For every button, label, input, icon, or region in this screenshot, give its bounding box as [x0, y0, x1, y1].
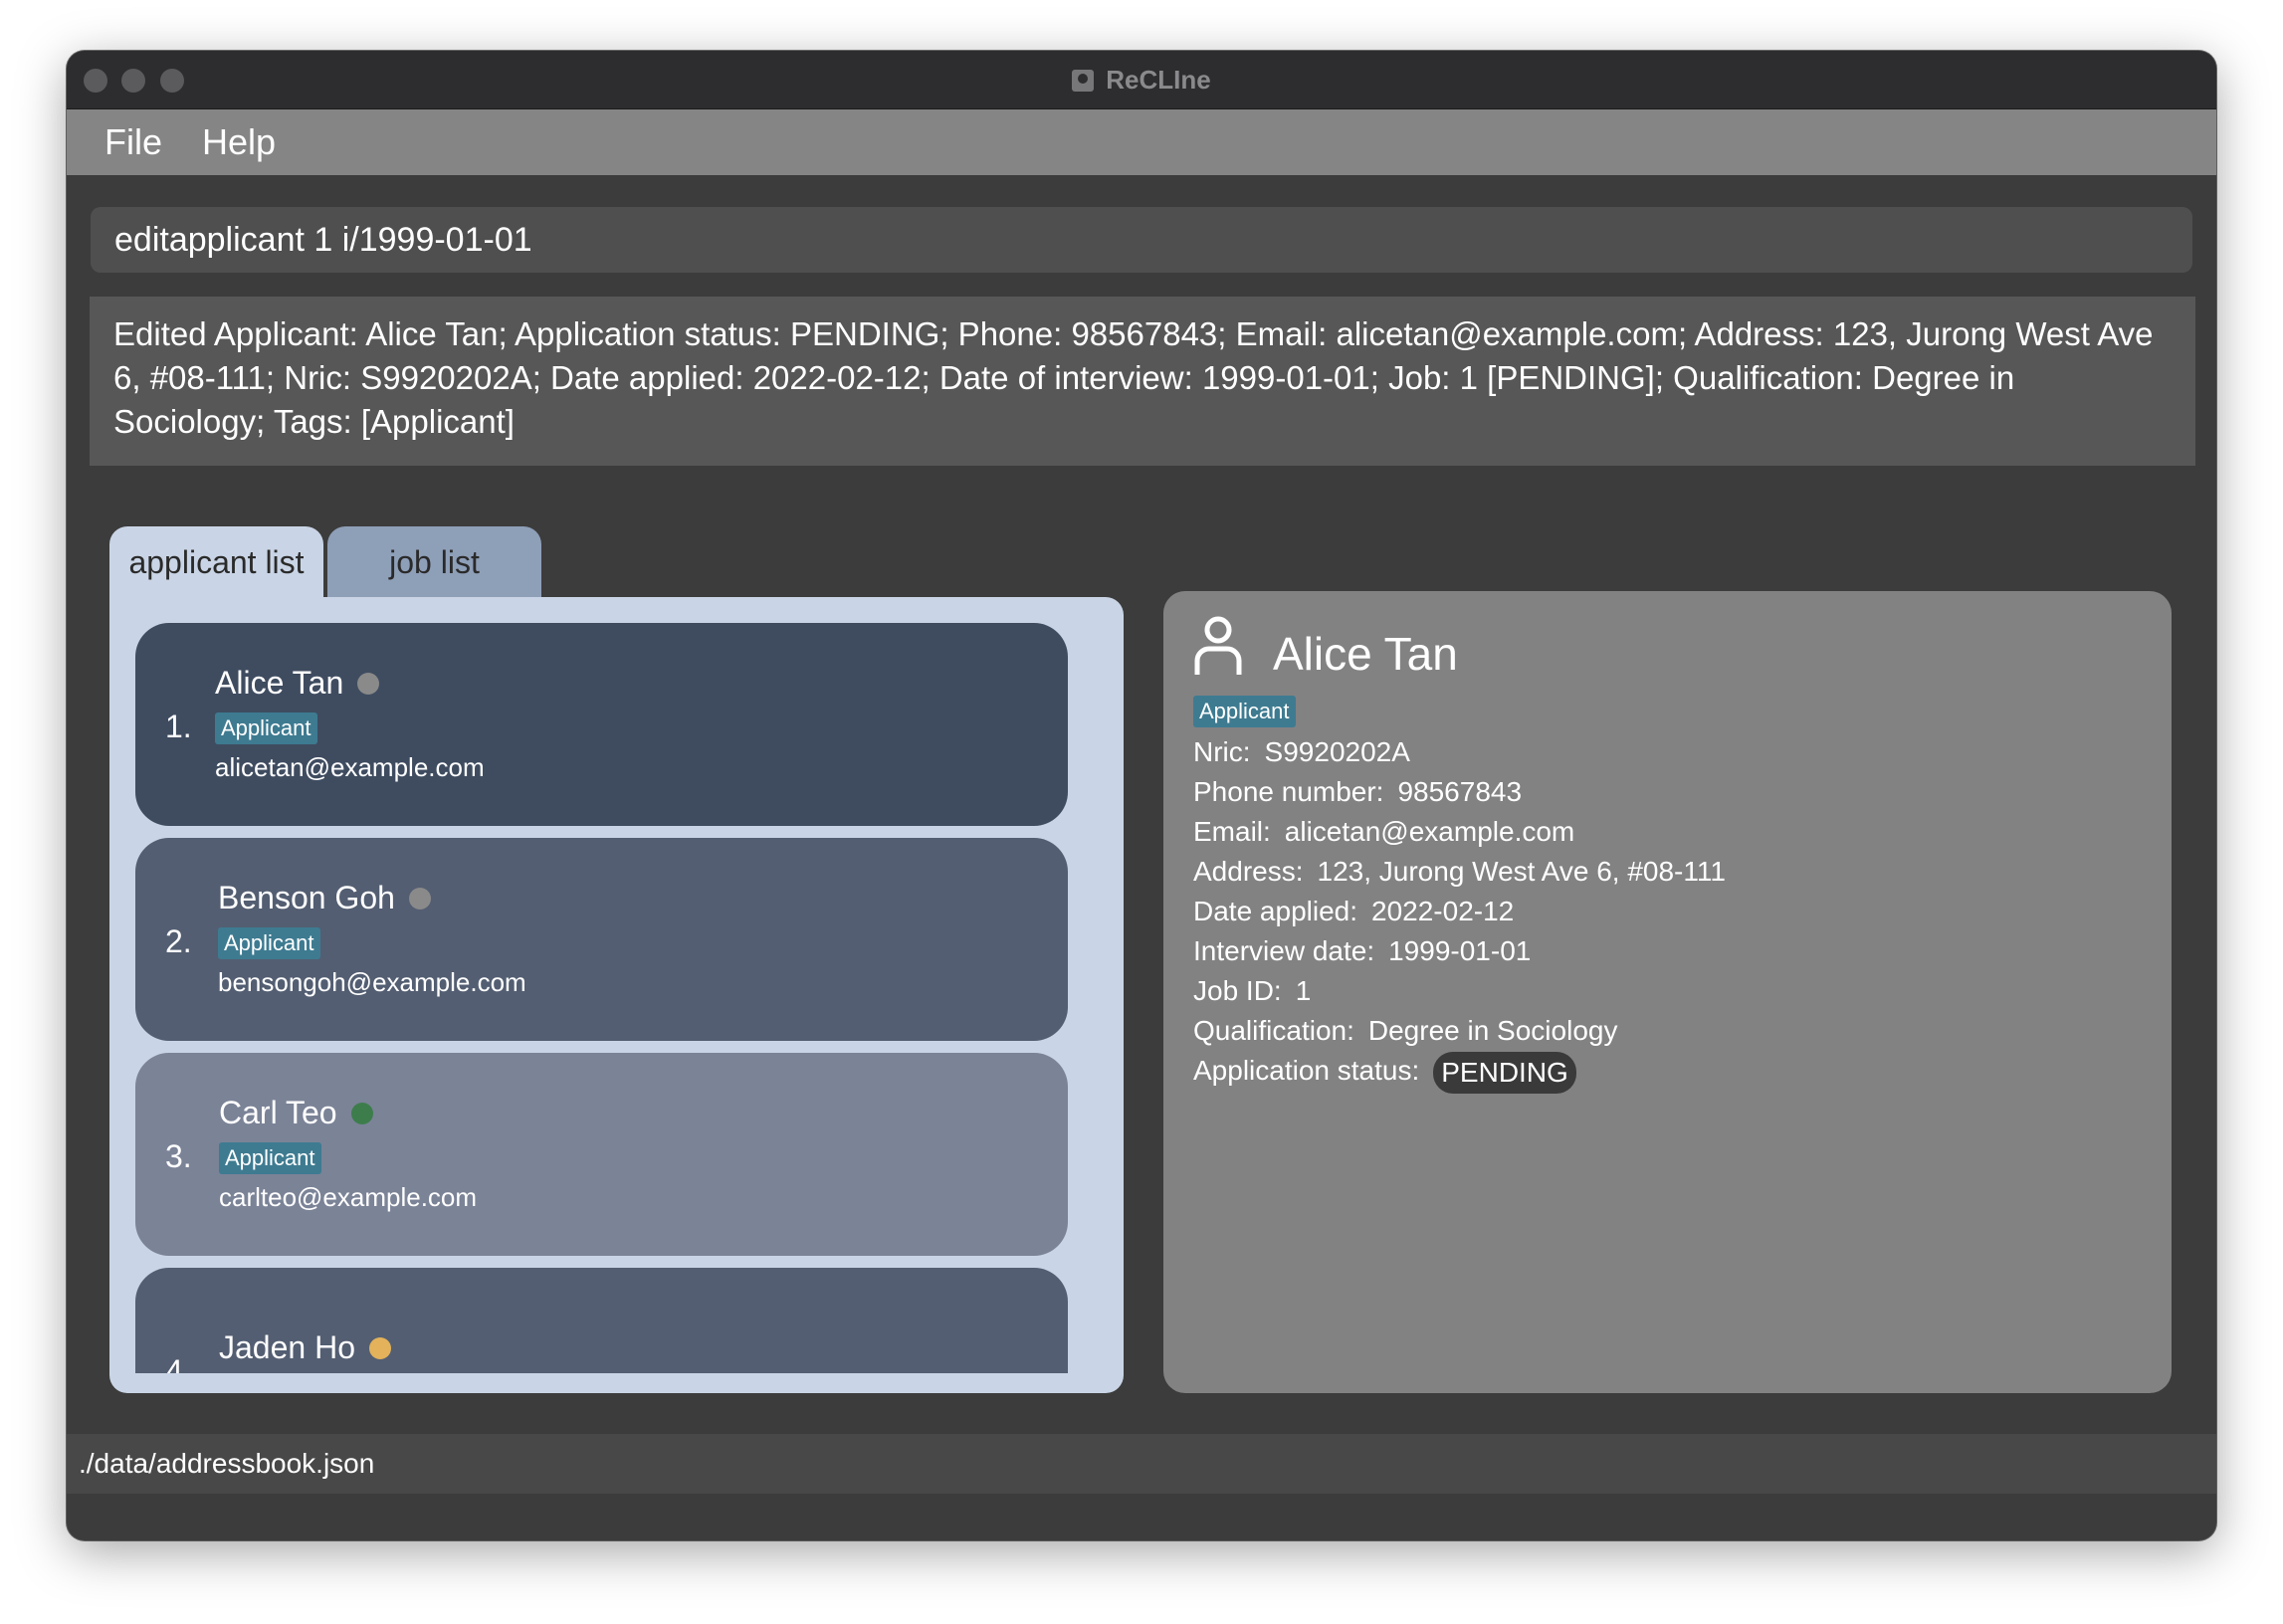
detail-row-date-applied: Date applied: 2022-02-12 [1193, 896, 1515, 926]
tab-applicant-list[interactable]: applicant list [109, 526, 323, 598]
applicant-card[interactable]: 1. Alice Tan Applicant alicetan@example.… [135, 623, 1068, 826]
result-display: Edited Applicant: Alice Tan; Application… [90, 297, 2195, 466]
menu-help[interactable]: Help [202, 121, 276, 163]
window-title: ReCLIne [1106, 65, 1211, 95]
detail-fields: Nric: S9920202A Phone number: 98567843 Ema… [1193, 732, 1726, 1094]
applicant-tag: Applicant [219, 1142, 321, 1174]
applicant-email: bensongoh@example.com [218, 967, 526, 997]
status-badge: PENDING [1433, 1051, 1576, 1094]
status-dot-icon [408, 887, 431, 910]
status-dot-icon [357, 672, 380, 695]
menu-file[interactable]: File [104, 121, 162, 163]
applicant-card[interactable]: 3. Carl Teo Applicant carlteo@example.co… [135, 1053, 1068, 1256]
title-bar: ReCLIne [67, 51, 2216, 109]
applicant-list-panel: 1. Alice Tan Applicant alicetan@example.… [109, 597, 1124, 1393]
detail-row-phone: Phone number: 98567843 [1193, 776, 1523, 807]
applicant-email: alicetan@example.com [215, 752, 485, 782]
card-index: 3. [165, 1138, 192, 1174]
detail-tag: Applicant [1193, 696, 1296, 727]
applicant-detail-panel: Alice Tan Applicant Nric: S9920202A Phone… [1163, 591, 2172, 1393]
detail-row-job-id: Job ID: 1 [1193, 975, 1312, 1006]
card-index: 2. [165, 923, 192, 959]
applicant-name: Carl Teo [219, 1095, 337, 1130]
detail-row-interview-date: Interview date: 1999-01-01 [1193, 935, 1532, 966]
tab-job-list[interactable]: job list [327, 526, 541, 598]
detail-row-application-status: Application status: PENDING [1193, 1051, 1726, 1094]
detail-row-qualification: Qualification: Degree in Sociology [1193, 1015, 1618, 1046]
status-dot-icon [368, 1336, 391, 1359]
applicant-tag: Applicant [215, 712, 317, 744]
applicant-card[interactable]: 4. Jaden Ho [135, 1268, 1068, 1373]
person-icon [1194, 616, 1242, 675]
detail-name: Alice Tan [1273, 628, 1458, 680]
menu-bar: File Help [67, 109, 2216, 175]
detail-row-email: Email: alicetan@example.com [1193, 816, 1575, 847]
applicant-card[interactable]: 2. Benson Goh Applicant bensongoh@exampl… [135, 838, 1068, 1041]
applicant-name: Jaden Ho [219, 1329, 355, 1365]
app-icon [1072, 69, 1095, 92]
applicant-list[interactable]: 1. Alice Tan Applicant alicetan@example.… [135, 623, 1068, 1373]
detail-row-nric: Nric: S9920202A [1193, 736, 1410, 767]
command-input[interactable]: editapplicant 1 i/1999-01-01 [91, 207, 2192, 273]
applicant-email: carlteo@example.com [219, 1182, 478, 1212]
card-index: 1. [165, 709, 192, 744]
status-bar-file-path: ./data/addressbook.json [67, 1434, 2216, 1494]
card-index: 4. [165, 1353, 192, 1373]
app-window: ReCLIne File Help editapplicant 1 i/1999… [67, 51, 2216, 1540]
applicant-name: Benson Goh [218, 880, 395, 915]
applicant-tag: Applicant [218, 927, 320, 959]
applicant-name: Alice Tan [215, 665, 344, 701]
status-dot-icon [350, 1102, 373, 1124]
detail-row-address: Address: 123, Jurong West Ave 6, #08-111 [1193, 856, 1726, 887]
